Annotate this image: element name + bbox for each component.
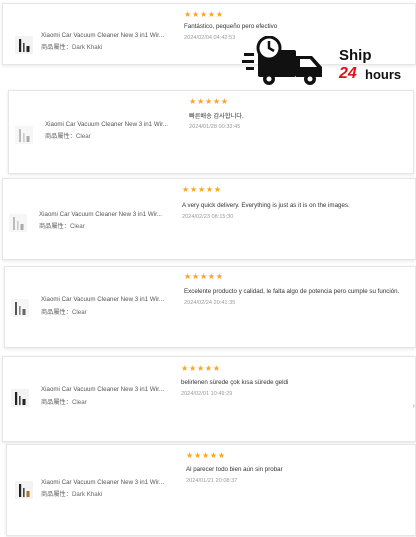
product-attribute: 商品屬性：Dark Khaki <box>41 42 102 51</box>
review-card: Xiaomi Car Vacuum Cleaner New 3 in1 Wir.… <box>6 444 416 536</box>
review-text: Fantástico, pequeño pero efectivo <box>184 23 278 30</box>
review-card: Xiaomi Car Vacuum Cleaner New 3 in1 Wir.… <box>2 178 416 260</box>
attribute-value: Dark Khaki <box>71 44 103 51</box>
product-name[interactable]: Xiaomi Car Vacuum Cleaner New 3 in1 Wir.… <box>41 386 164 393</box>
product-attribute: 商品屬性：Clear <box>45 131 91 140</box>
star-rating: ★★★★★ <box>181 364 221 373</box>
product-name[interactable]: Xiaomi Car Vacuum Cleaner New 3 in1 Wir.… <box>41 479 164 486</box>
review-text: belirlenen sürede çok kısa sürede geldi <box>181 379 289 386</box>
product-attribute: 商品屬性：Dark Khaki <box>41 489 102 498</box>
attribute-value: Dark Khaki <box>71 491 103 498</box>
attribute-label: 商品屬性： <box>41 399 72 406</box>
attribute-value: Clear <box>71 309 87 316</box>
star-rating: ★★★★★ <box>189 97 229 106</box>
star-rating: ★★★★★ <box>182 185 222 194</box>
attribute-label: 商品屬性： <box>41 44 72 51</box>
product-attribute: 商品屬性：Clear <box>39 221 85 230</box>
review-text: Al parecer todo bien aún sin probar <box>186 466 283 473</box>
product-thumbnail[interactable] <box>13 479 35 501</box>
delivery-truck-clock-icon <box>242 36 322 85</box>
review-card: Xiaomi Car Vacuum Cleaner New 3 in1 Wir.… <box>4 266 416 348</box>
attribute-value: Clear <box>75 133 91 140</box>
hours-label: hours <box>365 67 402 82</box>
product-attribute: 商品屬性：Clear <box>41 307 87 316</box>
product-name[interactable]: Xiaomi Car Vacuum Cleaner New 3 in1 Wir.… <box>41 296 164 303</box>
product-attribute: 商品屬性：Clear <box>41 397 87 406</box>
product-thumbnail[interactable] <box>9 297 31 319</box>
product-thumbnail[interactable] <box>13 34 35 56</box>
review-text: 빠른배송 감사합니다. <box>189 113 244 120</box>
review-date: 2024/02/04 04:42:53 <box>184 35 236 41</box>
attribute-value: Clear <box>69 223 85 230</box>
star-rating: ★★★★★ <box>184 10 224 19</box>
ship-label: Ship <box>339 47 372 64</box>
product-name[interactable]: Xiaomi Car Vacuum Cleaner New 3 in1 Wir.… <box>45 121 168 128</box>
product-name[interactable]: Xiaomi Car Vacuum Cleaner New 3 in1 Wir.… <box>41 32 164 39</box>
star-rating: ★★★★★ <box>184 272 224 281</box>
attribute-label: 商品屬性： <box>45 133 76 140</box>
attribute-value: Clear <box>71 399 87 406</box>
product-name[interactable]: Xiaomi Car Vacuum Cleaner New 3 in1 Wir.… <box>39 211 162 218</box>
review-date: 2024/02/23 08:15:30 <box>182 214 234 220</box>
star-rating: ★★★★★ <box>186 451 226 460</box>
shipping-banner: Ship 24 hours <box>242 36 412 92</box>
attribute-label: 商品屬性： <box>41 309 72 316</box>
review-date: 2024/02/24 20:41:35 <box>184 300 236 306</box>
review-card: Xiaomi Car Vacuum Cleaner New 3 in1 Wir.… <box>8 90 414 174</box>
review-text: A very quick delivery. Everything is jus… <box>182 202 350 209</box>
review-card: Xiaomi Car Vacuum Cleaner New 3 in1 Wir.… <box>2 356 416 442</box>
review-date: 2024/02/01 10:49:29 <box>181 391 233 397</box>
product-thumbnail[interactable] <box>7 212 29 234</box>
hours-number: 24 <box>339 65 357 82</box>
review-date: 2024/01/28 00:33:45 <box>189 124 241 130</box>
review-date: 2024/01/21 20:08:37 <box>186 478 238 484</box>
attribute-label: 商品屬性： <box>41 491 72 498</box>
product-thumbnail[interactable] <box>13 124 35 146</box>
product-thumbnail[interactable] <box>9 387 31 409</box>
attribute-label: 商品屬性： <box>39 223 70 230</box>
review-text: Excelente producto y calidad, le falta a… <box>184 288 400 295</box>
chevron-right-icon[interactable]: › <box>413 403 415 410</box>
